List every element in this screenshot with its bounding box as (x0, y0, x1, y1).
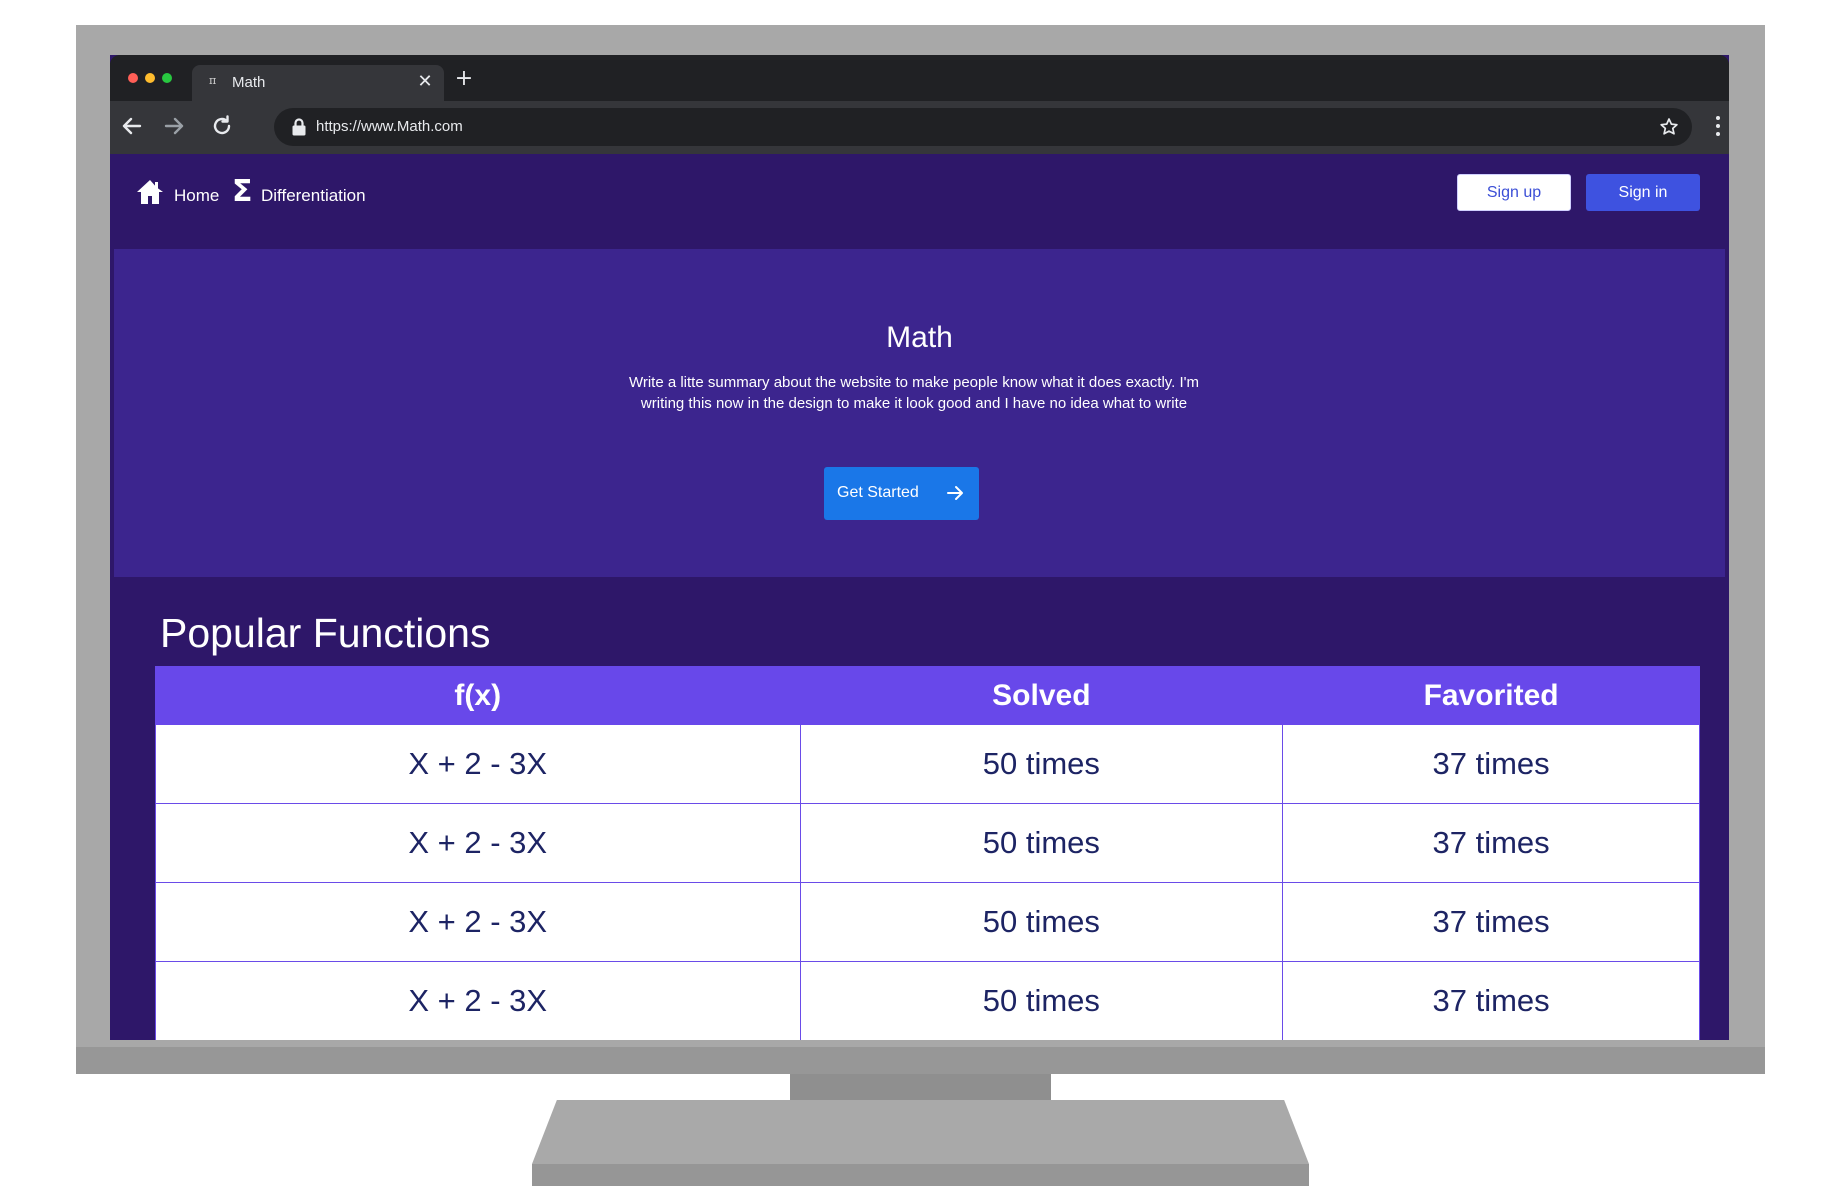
tab-math[interactable]: π Math ✕ (192, 65, 444, 101)
tab-bar: π Math ✕ + (110, 55, 1729, 101)
back-arrow-icon[interactable] (118, 112, 146, 140)
popular-functions-title: Popular Functions (160, 610, 491, 656)
get-started-button[interactable]: Get Started (824, 467, 979, 520)
table-row[interactable]: X + 2 - 3X 50 times 37 times (155, 882, 1700, 962)
url-text[interactable]: https://www.Math.com (316, 118, 463, 135)
favorited-cell: 37 times (1282, 803, 1700, 883)
nav-differentiation-link[interactable]: Differentiation (261, 186, 366, 206)
reload-icon[interactable] (208, 112, 236, 140)
hero-title: Math (886, 321, 953, 354)
get-started-label: Get Started (837, 484, 919, 501)
column-header-favorited: Favorited (1282, 666, 1700, 725)
favorited-cell: 37 times (1282, 724, 1700, 804)
solved-cell: 50 times (799, 724, 1284, 804)
site-navbar: Home Σ Differentiation Sign up Sign in (110, 154, 1729, 249)
window-maximize-dot[interactable] (162, 73, 172, 83)
function-cell[interactable]: X + 2 - 3X (155, 961, 801, 1040)
tab-title: Math (232, 74, 266, 91)
address-bar[interactable]: https://www.Math.com (274, 108, 1692, 146)
home-icon[interactable] (136, 178, 164, 206)
favorited-cell: 37 times (1282, 882, 1700, 962)
window-close-dot[interactable] (128, 73, 138, 83)
solved-cell: 50 times (799, 803, 1284, 883)
function-cell[interactable]: X + 2 - 3X (155, 803, 801, 883)
lock-icon[interactable] (289, 117, 309, 137)
function-cell[interactable]: X + 2 - 3X (155, 882, 801, 962)
favorited-cell: 37 times (1282, 961, 1700, 1040)
monitor-bezel-bottom (76, 1047, 1765, 1074)
arrow-right-icon (945, 483, 965, 503)
pi-icon: π (209, 74, 217, 87)
table-header-row: f(x) Solved Favorited (155, 666, 1700, 725)
solved-cell: 50 times (799, 882, 1284, 962)
new-tab-plus-icon[interactable]: + (452, 67, 476, 91)
close-icon[interactable]: ✕ (414, 71, 436, 93)
column-header-fx: f(x) (155, 666, 801, 725)
table-row[interactable]: X + 2 - 3X 50 times 37 times (155, 961, 1700, 1040)
table-row[interactable]: X + 2 - 3X 50 times 37 times (155, 803, 1700, 883)
nav-home-link[interactable]: Home (174, 186, 219, 206)
screen: π Math ✕ + https://www.Math.com Home Σ D… (110, 55, 1729, 1040)
sign-in-button[interactable]: Sign in (1586, 174, 1700, 211)
function-cell[interactable]: X + 2 - 3X (155, 724, 801, 804)
browser-chrome: π Math ✕ + https://www.Math.com (110, 55, 1729, 154)
table-row[interactable]: X + 2 - 3X 50 times 37 times (155, 724, 1700, 804)
solved-cell: 50 times (799, 961, 1284, 1040)
hero-summary: Write a litte summary about the website … (628, 374, 1200, 412)
browser-toolbar: https://www.Math.com (110, 101, 1729, 154)
bookmark-star-icon[interactable] (1658, 116, 1680, 138)
sign-up-button[interactable]: Sign up (1457, 174, 1571, 211)
monitor-stand-base (532, 1100, 1309, 1164)
window-minimize-dot[interactable] (145, 73, 155, 83)
sigma-icon[interactable]: Σ (232, 177, 256, 207)
popular-functions-table: f(x) Solved Favorited X + 2 - 3X 50 time… (155, 666, 1700, 1040)
monitor-stand-base-edge (532, 1164, 1309, 1186)
kebab-menu-icon[interactable] (1715, 115, 1721, 137)
column-header-solved: Solved (799, 666, 1284, 725)
hero-section: Math Write a litte summary about the web… (114, 249, 1725, 577)
forward-arrow-icon[interactable] (160, 112, 188, 140)
